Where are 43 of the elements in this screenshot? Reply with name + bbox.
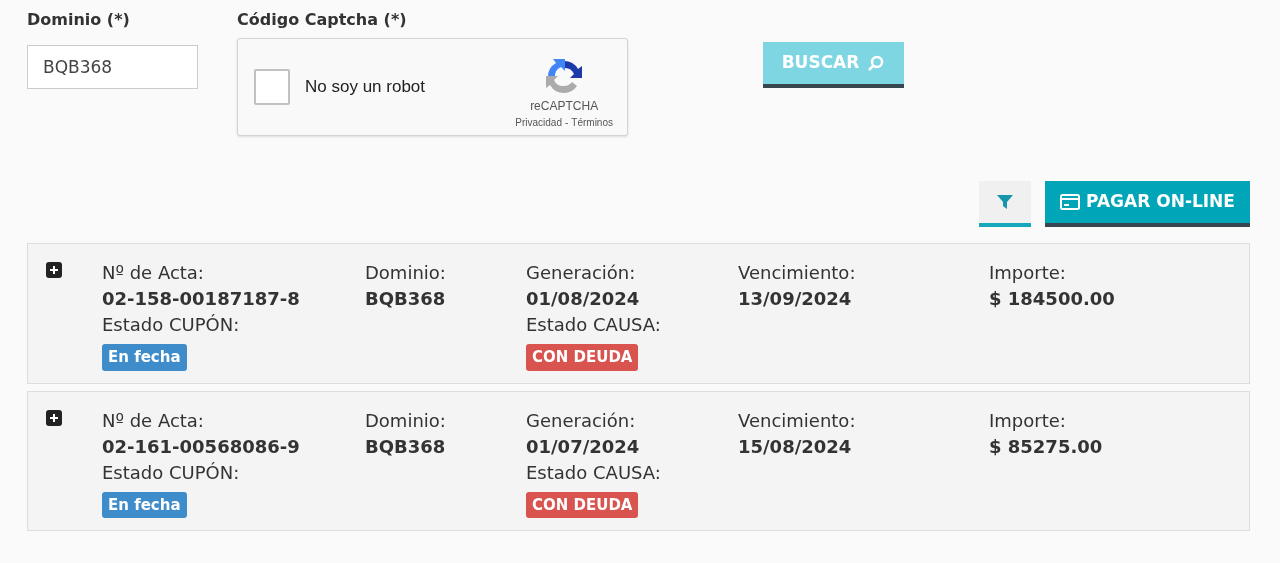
status-badge: CON DEUDA <box>526 491 639 518</box>
domain-field[interactable]: BQB368 <box>27 45 198 89</box>
expand-icon[interactable] <box>46 409 62 426</box>
terms-link[interactable]: Términos <box>571 114 613 130</box>
field-label: Vencimiento: <box>738 408 857 433</box>
field-label: Generación: <box>526 408 637 433</box>
field-label: Estado CAUSA: <box>526 313 661 337</box>
field-value: $ 85275.00 <box>989 434 1104 459</box>
field-value: $ 184500.00 <box>989 287 1116 311</box>
field-label: Importe: <box>989 261 1067 285</box>
recaptcha-brand: reCAPTCHA <box>530 98 599 113</box>
privacy-link[interactable]: Privacidad <box>515 114 562 130</box>
field-label: Vencimiento: <box>738 261 857 285</box>
field-label: Dominio (*) <box>27 9 131 31</box>
field-value: BQB368 <box>365 287 447 311</box>
link-separator: - <box>564 115 569 130</box>
field-value: 13/09/2024 <box>738 287 853 311</box>
status-badge: En fecha <box>102 491 187 518</box>
expand-icon[interactable] <box>46 262 62 278</box>
field-label: Nº de Acta: <box>102 408 205 433</box>
field-label: Estado CAUSA: <box>526 460 661 485</box>
field-label: Nº de Acta: <box>102 261 205 285</box>
filter-icon <box>996 193 1014 211</box>
status-badge: CON DEUDA <box>526 344 639 371</box>
search-icon <box>867 54 886 72</box>
field-value: 15/08/2024 <box>738 434 853 459</box>
filter-button[interactable] <box>979 181 1031 227</box>
status-badge: En fecha <box>102 344 187 371</box>
field-label: Generación: <box>526 261 637 285</box>
captcha-label: No soy un robot <box>305 76 425 99</box>
field-value: 01/07/2024 <box>526 434 641 459</box>
field-value: BQB368 <box>365 434 447 459</box>
field-label: Dominio: <box>365 408 447 433</box>
field-label: Estado CUPÓN: <box>102 460 240 485</box>
field-label: Estado CUPÓN: <box>102 313 240 337</box>
credit-card-icon <box>1060 194 1081 210</box>
field-value: 01/08/2024 <box>526 287 641 311</box>
field-label: Dominio: <box>365 261 447 285</box>
field-label: Código Captcha (*) <box>237 9 408 31</box>
field-label: Importe: <box>989 408 1067 433</box>
captcha-checkbox[interactable] <box>254 69 290 105</box>
field-value: 02-161-00568086-9 <box>102 434 301 459</box>
field-value: 02-158-00187187-8 <box>102 287 301 311</box>
